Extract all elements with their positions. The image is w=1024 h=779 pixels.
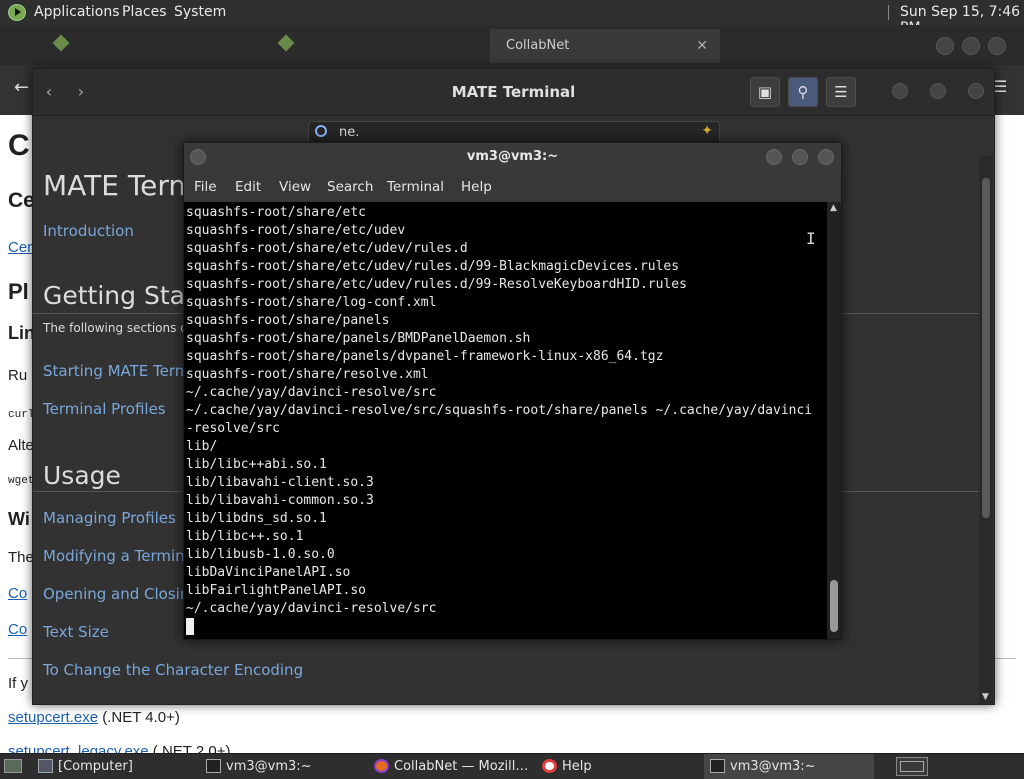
taskbar-label: [Computer]	[58, 759, 133, 774]
taskbar-item-computer[interactable]: [Computer]	[32, 754, 200, 779]
tab-close-icon[interactable]: ✕	[696, 29, 708, 63]
applications-menu[interactable]: Applications	[34, 4, 120, 20]
taskbar-item-terminal-2[interactable]: vm3@vm3:~	[704, 754, 874, 779]
page-text: Ru	[8, 367, 28, 384]
terminal-window: vm3@vm3:~ File Edit View Search Terminal…	[183, 142, 842, 640]
setupcert-line: setupcert.exe (.NET 4.0+)	[8, 709, 180, 726]
workspace-switcher[interactable]	[896, 757, 928, 776]
taskbar-item-help[interactable]: Help	[536, 754, 704, 779]
terminal-icon	[710, 759, 725, 773]
taskbar-label: CollabNet — Mozill…	[394, 759, 529, 774]
search-icon	[315, 125, 327, 137]
help-lifebuoy-icon	[542, 759, 557, 773]
scroll-down-icon[interactable]: ▼	[982, 692, 989, 702]
terminal-icon	[206, 759, 221, 773]
taskbar-item-firefox[interactable]: CollabNet — Mozill…	[368, 754, 536, 779]
taskbar-label: vm3@vm3:~	[226, 759, 312, 774]
taskbar-item-terminal-1[interactable]: vm3@vm3:~	[200, 754, 368, 779]
terminal-title: vm3@vm3:~	[466, 149, 559, 164]
menu-edit[interactable]: Edit	[235, 179, 261, 195]
help-link-managing[interactable]: Managing Profiles	[43, 509, 176, 527]
menu-search[interactable]: Search	[327, 179, 373, 195]
minimize-icon[interactable]	[766, 149, 782, 165]
help-link-profiles[interactable]: Terminal Profiles	[43, 400, 166, 418]
clear-icon[interactable]: ✦	[701, 123, 713, 139]
help-scrollbar[interactable]: ▼	[979, 156, 993, 704]
menu-icon[interactable]: ☰	[826, 77, 856, 107]
page-code: curl	[8, 409, 35, 421]
help-section-usage: Usage	[43, 461, 121, 490]
terminal-cursor	[186, 618, 194, 635]
back-arrow-icon[interactable]: ←	[14, 77, 29, 98]
taskbar-label: Help	[562, 759, 592, 774]
show-desktop-icon[interactable]	[4, 759, 22, 773]
help-header-bar: ‹ › MATE Terminal ▣ ⚲ ☰	[33, 69, 994, 116]
help-section-text: The following sections de	[43, 321, 196, 335]
firefox-tab-bar: CollabNet ✕	[0, 25, 1024, 65]
close-icon[interactable]	[968, 83, 984, 99]
page-link[interactable]: Co	[8, 621, 27, 638]
firefox-tab-background-2[interactable]	[277, 31, 470, 61]
scroll-up-icon[interactable]: ▲	[830, 203, 837, 213]
menu-help[interactable]: Help	[461, 179, 492, 195]
setupcert-suffix: (.NET 4.0+)	[98, 709, 180, 726]
help-link-modifying[interactable]: Modifying a Terminal	[43, 547, 198, 565]
page-heading: C	[8, 129, 30, 162]
top-panel: Applications Places System Sun Sep 15, 7…	[0, 0, 1024, 36]
minimize-icon[interactable]	[936, 37, 954, 55]
terminal-titlebar[interactable]: vm3@vm3:~	[184, 143, 841, 172]
terminal-output: squashfs-root/share/etc squashfs-root/sh…	[186, 205, 813, 616]
bookmarks-icon[interactable]: ▣	[750, 77, 780, 107]
close-icon[interactable]	[988, 37, 1006, 55]
mate-logo-icon[interactable]	[8, 4, 26, 21]
tab-favicon-icon	[52, 34, 70, 52]
firefox-tab-active[interactable]: CollabNet ✕	[490, 29, 720, 63]
firefox-tab-background-1[interactable]	[52, 31, 245, 61]
hamburger-menu-icon[interactable]: ☰	[993, 77, 1007, 96]
maximize-icon[interactable]	[930, 83, 946, 99]
setupcert-link[interactable]: setupcert.exe	[8, 709, 98, 726]
close-icon[interactable]	[818, 149, 834, 165]
help-link-opening[interactable]: Opening and Closing	[43, 585, 199, 603]
page-heading-linux: Lin	[8, 323, 35, 343]
search-icon[interactable]: ⚲	[788, 77, 818, 107]
panel-separator	[888, 5, 889, 20]
maximize-icon[interactable]	[792, 149, 808, 165]
bottom-panel: [Computer] vm3@vm3:~ CollabNet — Mozill……	[0, 753, 1024, 779]
menu-terminal[interactable]: Terminal	[387, 179, 444, 195]
system-menu[interactable]: System	[174, 4, 226, 20]
menu-view[interactable]: View	[279, 179, 311, 195]
terminal-menubar: File Edit View Search Terminal Help	[184, 171, 841, 202]
maximize-icon[interactable]	[962, 37, 980, 55]
page-code: wget	[8, 475, 35, 487]
firefox-tab-title: CollabNet	[506, 38, 570, 53]
taskbar-label: vm3@vm3:~	[730, 759, 816, 774]
terminal-scrollbar-thumb[interactable]	[830, 580, 838, 632]
places-menu[interactable]: Places	[122, 4, 167, 20]
search-value: ne.	[339, 125, 360, 140]
help-link-encoding[interactable]: To Change the Character Encoding	[43, 661, 303, 679]
page-text: The	[8, 549, 34, 566]
menu-file[interactable]: File	[194, 179, 217, 195]
page-text: Alte	[8, 437, 34, 454]
page-heading-windows: Wi	[8, 509, 30, 529]
terminal-scrollbar[interactable]: ▲	[827, 202, 841, 639]
page-link[interactable]: Co	[8, 585, 27, 602]
firefox-icon	[374, 759, 389, 773]
computer-icon	[38, 759, 53, 773]
terminal-screen[interactable]: squashfs-root/share/etc squashfs-root/sh…	[184, 202, 827, 639]
help-link-text-size[interactable]: Text Size	[43, 623, 109, 641]
tab-favicon-icon	[277, 34, 295, 52]
page-heading-platforms: Pl	[8, 279, 29, 304]
help-link-introduction[interactable]: Introduction	[43, 222, 134, 240]
help-scrollbar-thumb[interactable]	[982, 178, 990, 518]
text-cursor-icon: I	[806, 229, 816, 248]
minimize-icon[interactable]	[892, 83, 908, 99]
page-subheading: Ce	[8, 189, 35, 212]
page-link[interactable]: Cer	[8, 239, 32, 256]
page-text: If y	[8, 675, 29, 692]
